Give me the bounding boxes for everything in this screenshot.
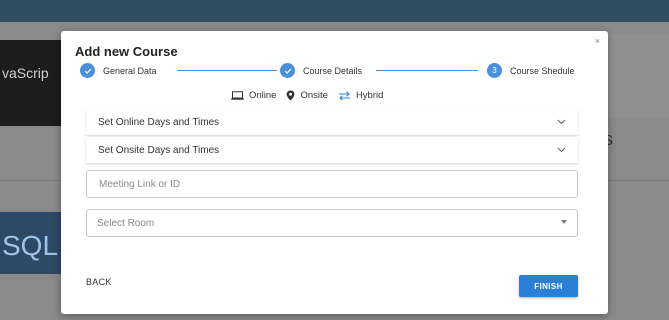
chevron-down-icon [557, 145, 566, 155]
step-number-badge: 3 [487, 63, 502, 78]
background-card-text: SQL [2, 230, 59, 261]
step-general-data[interactable]: General Data [80, 63, 157, 78]
stepper: General Data Course Details 3 Course She… [80, 63, 592, 79]
step-course-schedule[interactable]: 3 Course Shedule [487, 63, 575, 78]
background-course-card-javascript: vaScrip [0, 40, 64, 126]
step-connector [376, 70, 478, 71]
step-label: Course Shedule [510, 65, 575, 76]
mode-label: Onsite [300, 90, 328, 101]
chevron-down-icon [557, 117, 566, 127]
mode-label: Hybrid [355, 90, 384, 101]
check-icon [280, 63, 295, 78]
mode-hybrid[interactable]: Hybrid [338, 90, 383, 101]
back-button[interactable]: BACK [86, 277, 112, 287]
onsite-schedule-accordion[interactable]: Set Onsite Days and Times [86, 137, 578, 163]
dropdown-arrow-icon [561, 220, 567, 224]
app-top-bar [0, 0, 669, 22]
background-course-card-sql: SQL [0, 212, 64, 274]
mode-label: Online [249, 90, 277, 101]
close-icon[interactable]: × [595, 36, 600, 46]
step-connector [177, 70, 277, 71]
add-course-modal: × Add new Course General Data Course Det… [61, 31, 608, 314]
mode-onsite[interactable]: Onsite [286, 90, 328, 101]
check-icon [80, 63, 95, 78]
step-label: Course Details [303, 65, 363, 76]
room-select-placeholder: Select Room [97, 217, 155, 229]
meeting-link-input[interactable] [97, 177, 567, 191]
laptop-icon [231, 91, 244, 100]
delivery-mode-selector: Online Onsite Hybrid [231, 90, 393, 101]
finish-button[interactable]: FINISH [519, 275, 578, 297]
accordion-title: Set Online Days and Times [98, 116, 220, 128]
background-card-text: vaScrip [2, 65, 49, 81]
location-pin-icon [286, 90, 295, 101]
background-illustration [606, 34, 669, 118]
online-schedule-accordion[interactable]: Set Online Days and Times [86, 109, 578, 135]
swap-arrows-icon [338, 90, 351, 101]
accordion-title: Set Onsite Days and Times [98, 144, 220, 156]
mode-online[interactable]: Online [231, 90, 276, 101]
meeting-link-field[interactable] [86, 170, 578, 198]
room-select[interactable]: Select Room [86, 209, 578, 237]
background-divider [606, 180, 669, 181]
background-divider [0, 180, 64, 181]
modal-title: Add new Course [75, 44, 178, 59]
step-course-details[interactable]: Course Details [280, 63, 362, 78]
step-label: General Data [103, 65, 157, 76]
